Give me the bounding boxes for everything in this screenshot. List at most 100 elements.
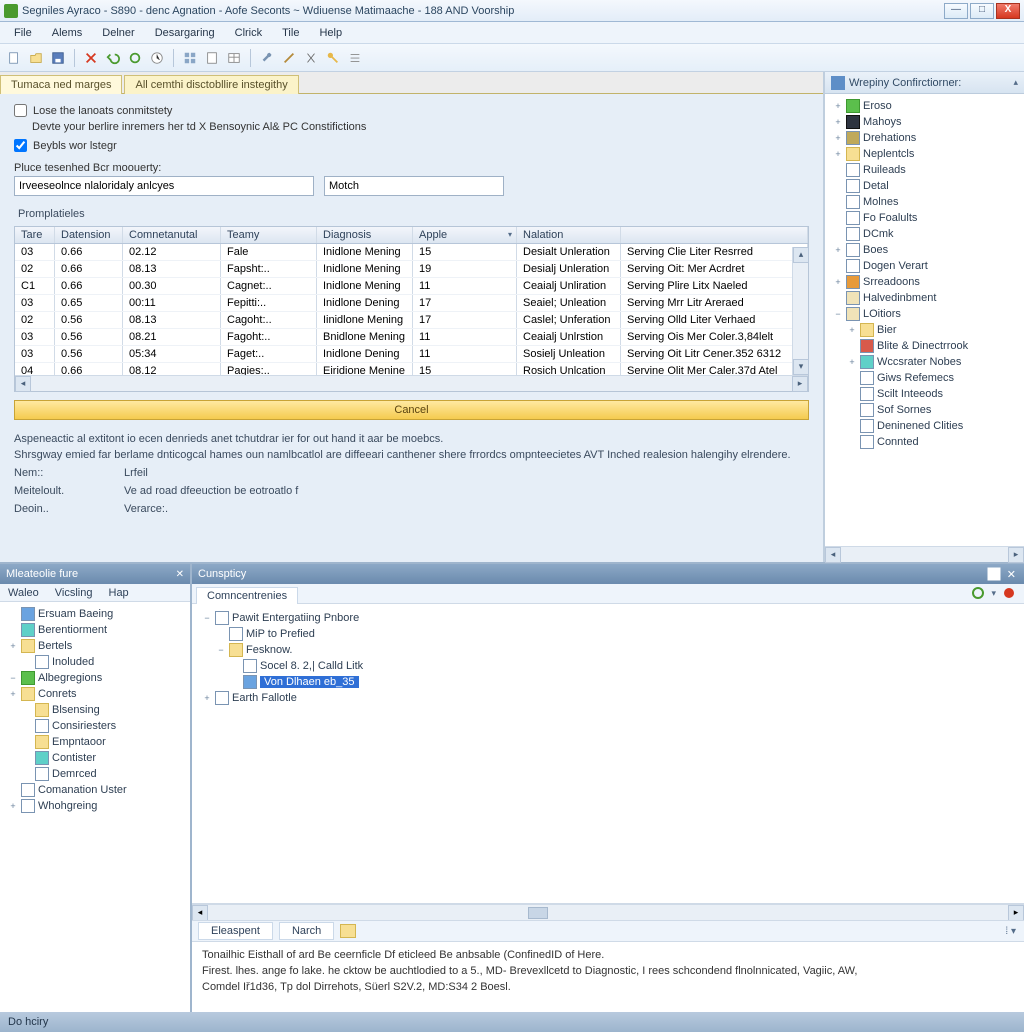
menu-tile[interactable]: Tile — [272, 25, 309, 41]
tool-new-icon[interactable] — [4, 48, 24, 68]
tree-node[interactable]: Sof Sornes — [827, 402, 1022, 418]
tree-node[interactable]: Connted — [827, 434, 1022, 450]
tool-wand-icon[interactable] — [279, 48, 299, 68]
btab-folder-icon[interactable] — [340, 924, 356, 938]
tree-node[interactable]: Blite & Dinectrrook — [827, 338, 1022, 354]
tree-twisty-icon[interactable]: + — [847, 357, 857, 367]
tree-twisty-icon[interactable]: + — [8, 689, 18, 699]
tree-node[interactable]: +Mahoys — [827, 114, 1022, 130]
table-vscroll[interactable]: ▴▾ — [792, 247, 808, 375]
btab-eleaspent[interactable]: Eleaspent — [198, 922, 273, 940]
tree-node[interactable]: Demrced — [2, 766, 188, 782]
menu-help[interactable]: Help — [309, 25, 352, 41]
tool-cut-icon[interactable] — [301, 48, 321, 68]
tree-node[interactable]: MiP to Prefied — [196, 626, 1020, 642]
col-extra[interactable] — [621, 227, 808, 243]
table-row[interactable]: 030.6602.12FaleInidlone Mening15Desialt … — [15, 244, 808, 261]
menu-clrick[interactable]: Clrick — [225, 25, 273, 41]
table-row[interactable]: 030.6500:11Fepitti:..Inidlone Dening17Se… — [15, 295, 808, 312]
tree-node[interactable]: +Neplentcls — [827, 146, 1022, 162]
menu-desargaring[interactable]: Desargaring — [145, 25, 225, 41]
tree-node[interactable]: Scilt Inteeods — [827, 386, 1022, 402]
rtab-comnc[interactable]: Comncentrenies — [196, 587, 298, 604]
col-tare[interactable]: Tare — [15, 227, 55, 243]
window-minimize[interactable]: — — [944, 3, 968, 19]
tree-twisty-icon[interactable]: − — [833, 309, 843, 319]
tree-node[interactable]: +Wccsrater Nobes — [827, 354, 1022, 370]
table-row[interactable]: 040.6608.12Pagies:..Eiridione Menine15Ro… — [15, 363, 808, 375]
tab-tumaca[interactable]: Tumaca ned marges — [0, 75, 122, 94]
tool-wrench-icon[interactable] — [257, 48, 277, 68]
tool-close-icon[interactable]: ✕ — [1007, 568, 1016, 581]
tree-node[interactable]: +Earth Fallotle — [196, 690, 1020, 706]
tree-node[interactable]: Dogen Verart — [827, 258, 1022, 274]
col-apple[interactable]: Apple — [413, 227, 517, 243]
tree-twisty-icon[interactable]: + — [8, 801, 18, 811]
tool-grid-icon[interactable] — [180, 48, 200, 68]
tree-node[interactable]: Blsensing — [2, 702, 188, 718]
tool-table-icon[interactable] — [224, 48, 244, 68]
col-datension[interactable]: Datension — [55, 227, 123, 243]
tree-node[interactable]: −LOitiors — [827, 306, 1022, 322]
tree-twisty-icon[interactable]: + — [833, 117, 843, 127]
tree-node[interactable]: Berentiorment — [2, 622, 188, 638]
tool-open-icon[interactable] — [26, 48, 46, 68]
tool-key-icon[interactable] — [323, 48, 343, 68]
tree-twisty-icon[interactable]: − — [216, 645, 226, 655]
cancel-button[interactable]: Cancel — [14, 400, 809, 420]
table-row[interactable]: 030.5608.21Fagoht:..Bnidlone Mening11Cea… — [15, 329, 808, 346]
tree-node[interactable]: Molnes — [827, 194, 1022, 210]
tab-instegithy[interactable]: All cemthi disctobllire instegithy — [124, 75, 298, 94]
checkbox-beybls[interactable] — [14, 139, 27, 152]
tree-node[interactable]: +Drehations — [827, 130, 1022, 146]
tree-twisty-icon[interactable]: − — [8, 673, 18, 683]
tree-node[interactable]: Detal — [827, 178, 1022, 194]
window-maximize[interactable]: □ — [970, 3, 994, 19]
tree-twisty-icon[interactable]: − — [202, 613, 212, 623]
btab-narch[interactable]: Narch — [279, 922, 334, 940]
btab-menu-icon[interactable]: ⁞ ▾ — [1005, 926, 1016, 937]
tool-doc-icon[interactable] — [202, 48, 222, 68]
tree-node[interactable]: DCmk — [827, 226, 1022, 242]
col-nalation[interactable]: Nalation — [517, 227, 621, 243]
tree-node[interactable]: −Pawit Entergatiing Pnbore — [196, 610, 1020, 626]
tree-node[interactable]: +Srreadoons — [827, 274, 1022, 290]
col-diagnosis[interactable]: Diagnosis — [317, 227, 413, 243]
table-hscroll[interactable]: ◂▸ — [15, 375, 808, 391]
tree-node[interactable]: Halvedinbment — [827, 290, 1022, 306]
tree-node[interactable]: Ruileads — [827, 162, 1022, 178]
tree-node[interactable]: Contister — [2, 750, 188, 766]
table-row[interactable]: 030.5605:34Faget:..Inidlone Dening11Sosi… — [15, 346, 808, 363]
tree-twisty-icon[interactable]: + — [833, 149, 843, 159]
tree-twisty-icon[interactable]: + — [8, 641, 18, 651]
tree-node[interactable]: Comanation Uster — [2, 782, 188, 798]
menu-alems[interactable]: Alems — [42, 25, 93, 41]
tool-dropdown-icon[interactable]: ▾ — [991, 588, 996, 599]
tree-twisty-icon[interactable]: + — [847, 325, 857, 335]
tree-node[interactable]: −Albegregions — [2, 670, 188, 686]
left-pane-close-icon[interactable]: ✕ — [176, 569, 184, 580]
input-anlcyes[interactable] — [14, 176, 314, 196]
lmenu-waleo[interactable]: Waleo — [0, 586, 47, 600]
tree-node[interactable]: Von Dlhaen eb_35 — [196, 674, 1020, 690]
tree-node[interactable]: +Boes — [827, 242, 1022, 258]
tool-stop-icon[interactable] — [1002, 586, 1016, 600]
tool-save-icon[interactable] — [48, 48, 68, 68]
checkbox-lose-lanoats[interactable] — [14, 104, 27, 117]
tree-node[interactable]: Ersuam Baeing — [2, 606, 188, 622]
input-motch[interactable] — [324, 176, 504, 196]
tree-node[interactable]: Fo Foalults — [827, 210, 1022, 226]
tree-node[interactable]: Giws Refemecs — [827, 370, 1022, 386]
tree-node[interactable]: +Whohgreing — [2, 798, 188, 814]
tree-twisty-icon[interactable]: + — [833, 245, 843, 255]
table-row[interactable]: C10.6600.30Cagnet:..Inidlone Mening11Cea… — [15, 278, 808, 295]
tool-window-icon[interactable] — [987, 567, 1001, 581]
tree-node[interactable]: +Eroso — [827, 98, 1022, 114]
tool-refresh-icon[interactable] — [971, 586, 985, 600]
tool-clock-icon[interactable] — [147, 48, 167, 68]
menu-file[interactable]: File — [4, 25, 42, 41]
tree-node[interactable]: +Conrets — [2, 686, 188, 702]
menu-delner[interactable]: Delner — [92, 25, 144, 41]
lmenu-vicsling[interactable]: Vicsling — [47, 586, 101, 600]
tree-node[interactable]: Deninened Clities — [827, 418, 1022, 434]
